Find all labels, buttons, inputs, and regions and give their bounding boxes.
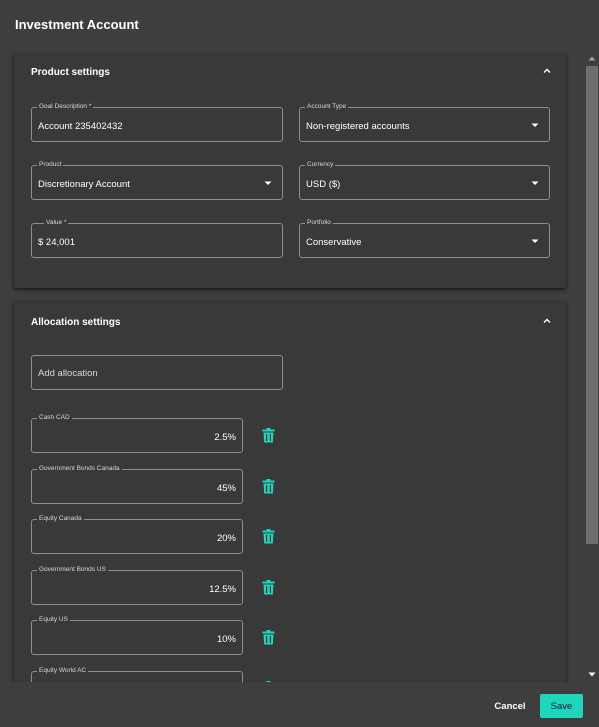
account-type-value: Non-registered accounts bbox=[306, 121, 410, 132]
scroll-up-arrow-icon[interactable] bbox=[588, 56, 596, 61]
currency-value: USD ($) bbox=[306, 179, 341, 190]
portfolio-label: Portfolio bbox=[305, 218, 333, 228]
dialog-title: Investment Account bbox=[15, 17, 139, 32]
allocation-value: 45% bbox=[216, 483, 236, 494]
portfolio-value: Conservative bbox=[306, 237, 362, 248]
save-button[interactable]: Save bbox=[540, 694, 583, 718]
currency-select[interactable]: Currency USD ($) bbox=[299, 160, 550, 200]
trash-icon[interactable] bbox=[262, 529, 275, 544]
allocation-label: Government Bonds Canada bbox=[37, 464, 122, 474]
allocation-label: Equity US bbox=[37, 615, 70, 625]
value-value: $ 24,001 bbox=[38, 237, 75, 248]
trash-icon[interactable] bbox=[262, 681, 275, 682]
allocation-label: Equity Canada bbox=[37, 514, 84, 524]
allocation-value: 2.5% bbox=[214, 432, 236, 443]
allocation-value: 10% bbox=[216, 634, 236, 645]
product-select[interactable]: Product Discretionary Account bbox=[31, 160, 283, 200]
account-type-select[interactable]: Account Type Non-registered accounts bbox=[299, 102, 550, 142]
value-label: Value * bbox=[44, 218, 69, 228]
allocation-settings-panel: Allocation settings Add allocation Cash … bbox=[14, 302, 566, 682]
add-allocation-input[interactable]: Add allocation bbox=[31, 355, 283, 390]
value-field[interactable]: Value * $ 24,001 bbox=[31, 218, 283, 258]
allocation-label: Cash CAD bbox=[37, 413, 72, 423]
dialog-content: Product settings Goal Description * Acco… bbox=[0, 52, 599, 682]
allocation-row[interactable]: Equity World AC bbox=[31, 666, 243, 682]
currency-label: Currency bbox=[305, 160, 336, 170]
caret-down-icon bbox=[531, 123, 539, 127]
allocation-row[interactable]: Government Bonds US 12.5% bbox=[31, 565, 243, 605]
chevron-up-icon[interactable] bbox=[542, 66, 552, 76]
scroll-down-arrow-icon[interactable] bbox=[588, 672, 596, 677]
chevron-up-icon[interactable] bbox=[542, 316, 552, 326]
allocation-row[interactable]: Government Bonds Canada 45% bbox=[31, 464, 243, 504]
allocation-row[interactable]: Equity US 10% bbox=[31, 615, 243, 655]
trash-icon[interactable] bbox=[262, 428, 275, 443]
caret-down-icon bbox=[531, 181, 539, 185]
goal-description-label: Goal Description * bbox=[37, 102, 94, 112]
allocation-value: 12.5% bbox=[209, 584, 236, 595]
allocation-settings-title: Allocation settings bbox=[31, 317, 121, 328]
trash-icon[interactable] bbox=[262, 580, 275, 595]
portfolio-select[interactable]: Portfolio Conservative bbox=[299, 218, 550, 258]
product-label: Product bbox=[37, 160, 64, 170]
product-value: Discretionary Account bbox=[38, 179, 130, 190]
trash-icon[interactable] bbox=[262, 630, 275, 645]
scrollbar-thumb[interactable] bbox=[586, 66, 598, 544]
account-type-label: Account Type bbox=[305, 102, 349, 112]
scrollbar[interactable] bbox=[585, 52, 599, 682]
product-settings-panel: Product settings Goal Description * Acco… bbox=[14, 52, 566, 288]
product-settings-title: Product settings bbox=[31, 67, 110, 78]
allocation-row[interactable]: Cash CAD 2.5% bbox=[31, 413, 243, 453]
caret-down-icon bbox=[531, 239, 539, 243]
allocation-label: Government Bonds US bbox=[37, 565, 108, 575]
add-allocation-placeholder: Add allocation bbox=[38, 368, 98, 379]
allocation-label: Equity World AC bbox=[37, 666, 89, 676]
goal-description-value: Account 235402432 bbox=[38, 121, 123, 132]
cancel-button[interactable]: Cancel bbox=[489, 695, 531, 717]
goal-description-field[interactable]: Goal Description * Account 235402432 bbox=[31, 102, 283, 142]
caret-down-icon bbox=[264, 181, 272, 185]
trash-icon[interactable] bbox=[262, 479, 275, 494]
allocation-value: 20% bbox=[216, 533, 236, 544]
allocation-row[interactable]: Equity Canada 20% bbox=[31, 514, 243, 554]
